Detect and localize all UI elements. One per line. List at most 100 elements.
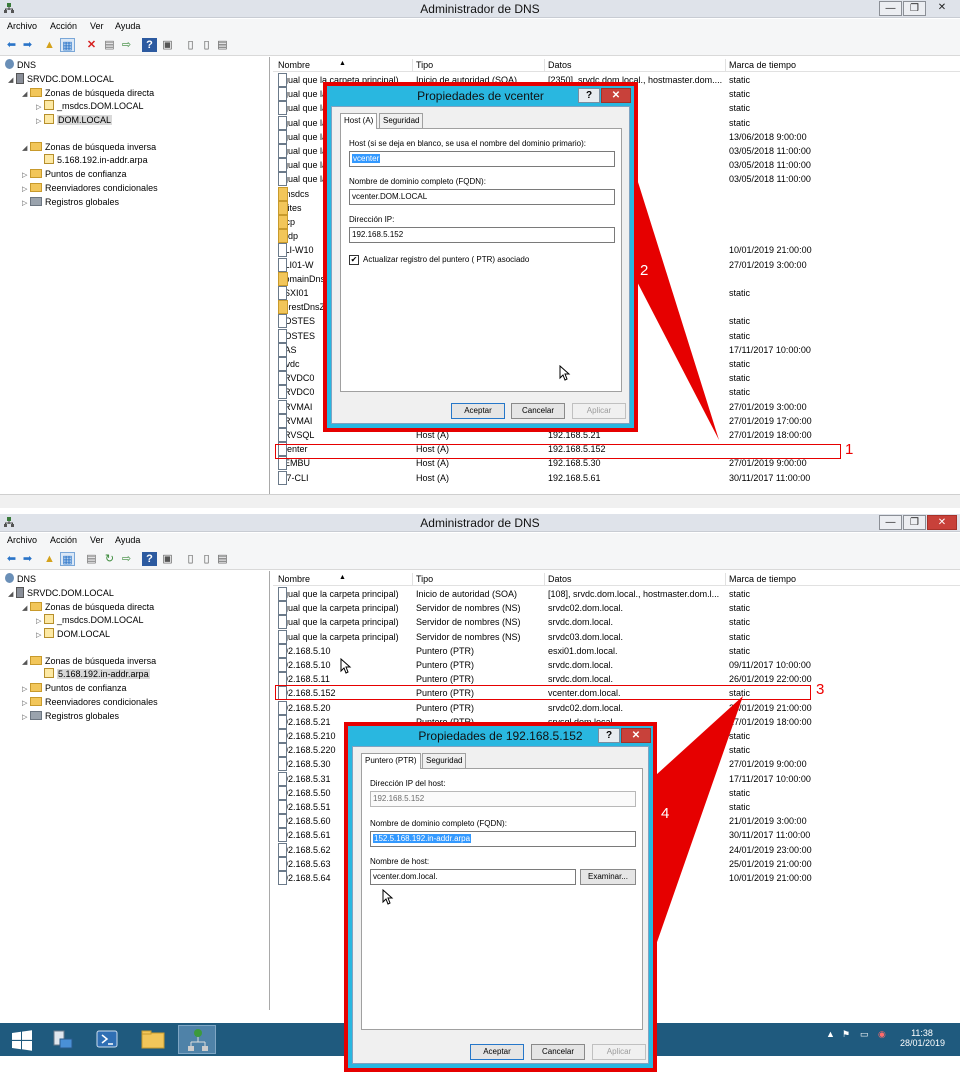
column-nombre[interactable]: Nombre — [278, 574, 310, 584]
menu-archivo[interactable]: Archivo — [7, 535, 37, 545]
ptr-update-checkbox[interactable]: ✔ — [349, 255, 359, 265]
export-icon[interactable]: ⇨ — [119, 552, 134, 566]
tree-msdcs-zone[interactable]: ▷ _msdcs.DOM.LOCAL — [36, 100, 144, 112]
forward-arrow-icon[interactable]: ➡ — [20, 38, 35, 52]
tree-domlocal-zone[interactable]: ▷ DOM.LOCAL — [36, 114, 113, 128]
column-divider[interactable] — [544, 59, 545, 72]
maximize-button[interactable]: ❐ — [903, 1, 926, 16]
table-row[interactable]: VEMBU Host (A) 192.168.5.30 27/01/2019 9:00… — [273, 456, 960, 471]
tree-global-records[interactable]: ▷ Registros globales — [22, 196, 119, 208]
help-icon[interactable]: ? — [142, 552, 157, 566]
ok-button[interactable]: Aceptar — [451, 403, 505, 419]
browse-button[interactable]: Examinar... — [580, 869, 636, 885]
collapse-icon[interactable]: ◢ — [22, 657, 30, 669]
expand-icon[interactable]: ▷ — [36, 630, 44, 642]
tab-security[interactable]: Seguridad — [379, 113, 424, 128]
host-input[interactable]: vcenter — [349, 151, 615, 167]
tree-reverse-zones[interactable]: ◢ Zonas de búsqueda inversa — [22, 141, 156, 153]
column-nombre[interactable]: Nombre — [278, 60, 310, 70]
column-datos[interactable]: Datos — [548, 574, 572, 584]
minimize-button[interactable]: — — [879, 1, 902, 16]
tree-forward-zones[interactable]: ◢ Zonas de búsqueda directa — [22, 601, 154, 613]
table-row[interactable]: W7-CLI Host (A) 192.168.5.61 30/11/2017 11:… — [273, 470, 960, 485]
menu-ver[interactable]: Ver — [90, 535, 104, 545]
tree-global-records[interactable]: ▷ Registros globales — [22, 710, 119, 722]
tree-server[interactable]: ◢ SRVDC.DOM.LOCAL — [8, 587, 114, 599]
server-icon-b[interactable]: ▯ — [199, 552, 214, 566]
server-icon-c[interactable]: ▤ — [215, 552, 230, 566]
close-button[interactable]: ✕ — [927, 1, 957, 16]
expand-icon[interactable]: ▷ — [36, 116, 44, 128]
column-datos[interactable]: Datos — [548, 60, 572, 70]
table-row[interactable]: (igual que la carpeta principal) Servidor… — [273, 601, 960, 616]
tree-conditional-forwarders[interactable]: ▷ Reenviadores condicionales — [22, 182, 158, 194]
ok-button[interactable]: Aceptar — [470, 1044, 524, 1060]
expand-icon[interactable]: ▷ — [22, 712, 30, 724]
delete-icon[interactable]: ✕ — [84, 38, 99, 52]
tab-security[interactable]: Seguridad — [422, 753, 467, 768]
start-button[interactable] — [3, 1025, 41, 1054]
server-icon-b[interactable]: ▯ — [199, 38, 214, 52]
server-icon-a[interactable]: ▯ — [183, 552, 198, 566]
menu-accion[interactable]: Acción — [50, 535, 77, 545]
column-marca[interactable]: Marca de tiempo — [729, 60, 796, 70]
menu-ver[interactable]: Ver — [90, 21, 104, 31]
collapse-icon[interactable]: ◢ — [8, 75, 16, 87]
tree-reverse-zones[interactable]: ◢ Zonas de búsqueda inversa — [22, 655, 156, 667]
table-row[interactable]: 192.168.5.11 Puntero (PTR) srvdc.dom.local… — [273, 672, 960, 687]
close-button[interactable]: ✕ — [927, 515, 957, 530]
menu-ayuda[interactable]: Ayuda — [115, 21, 140, 31]
column-divider[interactable] — [412, 573, 413, 586]
table-row[interactable]: 192.168.5.152 Puntero (PTR) vcenter.dom.lo… — [273, 686, 960, 701]
column-tipo[interactable]: Tipo — [416, 574, 433, 584]
collapse-icon[interactable]: ◢ — [8, 589, 16, 601]
fqdn-input[interactable]: vcenter.DOM.LOCAL — [349, 189, 615, 205]
forward-arrow-icon[interactable]: ➡ — [20, 552, 35, 566]
menu-ayuda[interactable]: Ayuda — [115, 535, 140, 545]
table-row[interactable]: (igual que la carpeta principal) Servidor… — [273, 629, 960, 644]
back-arrow-icon[interactable]: ⬅ — [4, 38, 19, 52]
column-divider[interactable] — [725, 573, 726, 586]
column-marca[interactable]: Marca de tiempo — [729, 574, 796, 584]
help-icon[interactable]: ? — [142, 38, 157, 52]
back-arrow-icon[interactable]: ⬅ — [4, 552, 19, 566]
show-tree-icon[interactable]: ▦ — [60, 38, 75, 52]
tree-trust-points[interactable]: ▷ Puntos de confianza — [22, 682, 127, 694]
tree-dns[interactable]: DNS — [5, 59, 36, 71]
tree-trust-points[interactable]: ▷ Puntos de confianza — [22, 168, 127, 180]
tree-arpa-zone[interactable]: 5.168.192.in-addr.arpa — [44, 668, 150, 680]
server-icon-c[interactable]: ▤ — [215, 38, 230, 52]
tray-chevron-icon[interactable]: ▲ — [826, 1029, 835, 1039]
up-folder-icon[interactable]: ▲ — [42, 552, 57, 566]
server-icon-a[interactable]: ▯ — [183, 38, 198, 52]
clock[interactable]: 11:38 28/01/2019 — [900, 1028, 945, 1048]
fqdn-input[interactable]: 152.5.168.192.in-addr.arpa — [370, 831, 636, 847]
column-divider[interactable] — [544, 573, 545, 586]
cancel-button[interactable]: Cancelar — [531, 1044, 585, 1060]
expand-icon[interactable]: ▷ — [22, 198, 30, 210]
up-folder-icon[interactable]: ▲ — [42, 38, 57, 52]
properties-icon[interactable]: ▤ — [84, 552, 99, 566]
hostname-input[interactable]: vcenter.dom.local. — [370, 869, 576, 885]
help-button[interactable]: ? — [598, 728, 620, 743]
apply-button[interactable]: Aplicar — [572, 403, 626, 419]
expand-icon[interactable]: ▷ — [22, 184, 30, 196]
table-row[interactable]: 192.168.5.10 Puntero (PTR) srvdc.dom.local… — [273, 658, 960, 672]
collapse-icon[interactable]: ◢ — [22, 143, 30, 155]
column-divider[interactable] — [412, 59, 413, 72]
expand-icon[interactable]: ▷ — [22, 698, 30, 710]
expand-icon[interactable]: ▷ — [22, 684, 30, 696]
tab-ptr[interactable]: Puntero (PTR) — [361, 753, 421, 769]
collapse-icon[interactable]: ◢ — [22, 603, 30, 615]
table-row[interactable]: vcenter Host (A) 192.168.5.152 — [273, 442, 960, 457]
menu-accion[interactable]: Acción — [50, 21, 77, 31]
view-icon[interactable]: ▣ — [160, 552, 175, 566]
tree-msdcs-zone[interactable]: ▷ _msdcs.DOM.LOCAL — [36, 614, 144, 626]
tree-arpa-zone[interactable]: 5.168.192.in-addr.arpa — [44, 154, 148, 166]
tree-domlocal-zone[interactable]: ▷ DOM.LOCAL — [36, 628, 110, 640]
tree-server[interactable]: ◢ SRVDC.DOM.LOCAL — [8, 73, 114, 85]
apply-button[interactable]: Aplicar — [592, 1044, 646, 1060]
tree-conditional-forwarders[interactable]: ▷ Reenviadores condicionales — [22, 696, 158, 708]
tree-dns[interactable]: DNS — [5, 573, 36, 585]
server-manager-button[interactable] — [43, 1025, 81, 1054]
